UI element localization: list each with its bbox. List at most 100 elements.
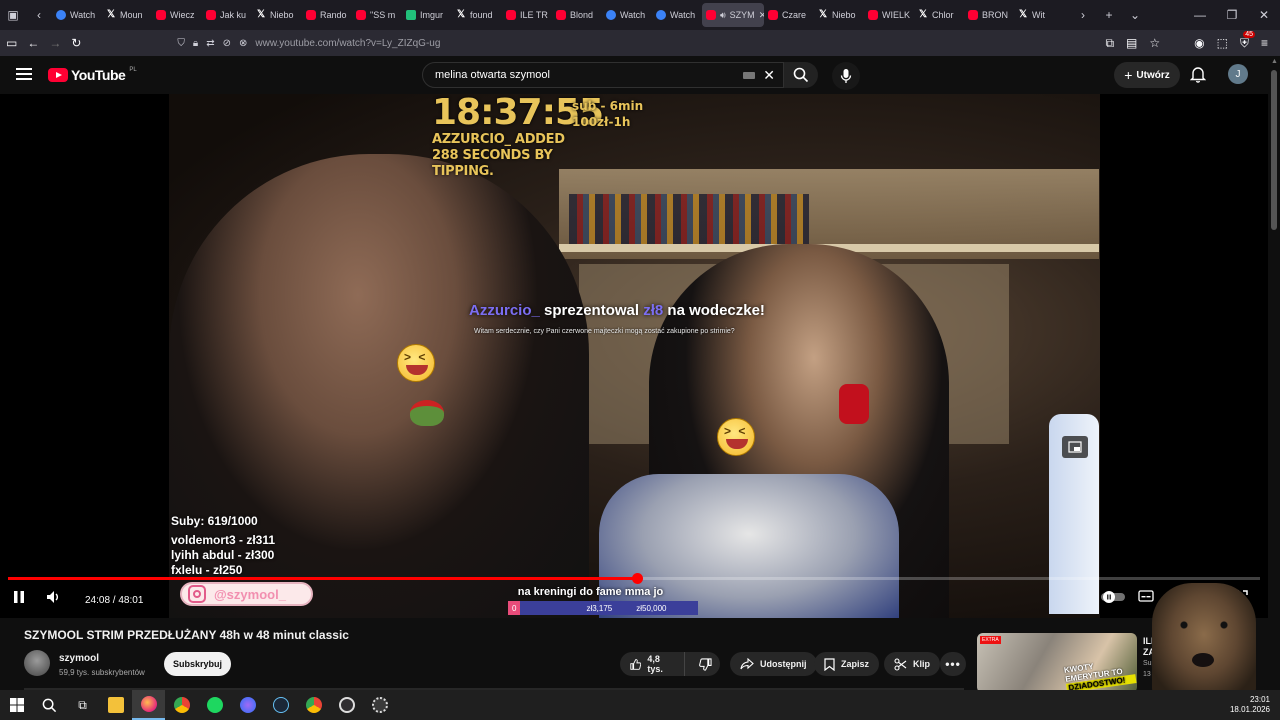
lock-icon[interactable]: 🔒︎ xyxy=(193,38,198,49)
recommended-thumbnail[interactable]: EXTRA KWOTY EMERYTUR TO DZIADOSTWO! xyxy=(977,633,1137,693)
channel-avatar[interactable] xyxy=(24,650,50,676)
search-button[interactable] xyxy=(784,62,818,88)
tab-list-dropdown-icon[interactable]: ⌄ xyxy=(1122,0,1148,30)
address-bar[interactable]: ⛉ 🔒︎ ⇄ ⊘ ⊗ www.youtube.com/watch?v=Ly_ZI… xyxy=(177,32,1095,54)
browser-tab[interactable]: Czare xyxy=(764,3,814,27)
more-actions-button[interactable]: ••• xyxy=(940,652,966,676)
tab-label: Niebo xyxy=(832,10,856,20)
browser-tab[interactable]: Imgur xyxy=(402,3,452,27)
youtube-logo[interactable]: YouTube PL xyxy=(48,67,137,83)
steam-icon[interactable] xyxy=(264,690,297,720)
bookmark-star-icon[interactable]: ☆ xyxy=(1149,36,1160,50)
browser-tab[interactable]: WIELK xyxy=(864,3,914,27)
browser-tab[interactable]: Blond xyxy=(552,3,602,27)
chrome-icon[interactable] xyxy=(165,690,198,720)
permissions-icon[interactable]: ⇄ xyxy=(206,38,214,49)
file-explorer-icon[interactable] xyxy=(99,690,132,720)
browser-tab[interactable]: 𝕏 Wit xyxy=(1014,3,1064,27)
youtube-header: YouTube PL melina otwarta szymool ✕ + Ut… xyxy=(0,56,1268,94)
pause-button[interactable] xyxy=(12,590,26,604)
ublock-icon[interactable]: ⛨ 45 xyxy=(1240,30,1255,51)
back-icon[interactable]: ← xyxy=(27,36,39,50)
browser-tab[interactable]: BRON xyxy=(964,3,1014,27)
settings-app-icon[interactable] xyxy=(363,690,396,720)
tab-overview-icon[interactable]: ▣ xyxy=(0,0,26,30)
new-tab-icon[interactable]: + xyxy=(1096,0,1122,30)
tab-favicon-icon: 𝕏 xyxy=(456,9,466,20)
forward-icon[interactable]: → xyxy=(49,36,61,50)
save-button[interactable]: Zapisz xyxy=(814,652,880,676)
browser-tab[interactable]: Jak ku xyxy=(202,3,252,27)
video-progress-bar[interactable] xyxy=(8,573,1260,584)
stream-timer-overlay: 18:37:55 sub - 6min 100zł-1h AZZURCIO_ A… xyxy=(432,94,643,180)
task-view-icon[interactable]: ⧉ xyxy=(66,690,99,720)
voice-search-button[interactable] xyxy=(832,62,860,90)
menu-icon[interactable]: ≡ xyxy=(1261,36,1268,50)
windows-start-icon[interactable] xyxy=(0,690,33,720)
close-window-icon[interactable]: ✕ xyxy=(1248,8,1280,22)
share-button[interactable]: Udostępnij xyxy=(730,652,817,676)
channel-name[interactable]: szymool xyxy=(59,653,99,664)
maximize-icon[interactable]: ❐ xyxy=(1216,8,1248,22)
tab-label: WIELK xyxy=(882,10,911,20)
tabs-scroll-left-icon[interactable]: ‹ xyxy=(26,0,52,30)
volume-button[interactable] xyxy=(46,590,62,604)
scroll-up-icon[interactable]: ▲ xyxy=(1271,58,1278,65)
guide-menu-icon[interactable] xyxy=(16,68,32,80)
video-frame[interactable] xyxy=(169,94,1100,618)
picture-in-picture-icon[interactable]: ⧉ xyxy=(1105,36,1114,51)
clip-button[interactable]: Klip xyxy=(884,652,940,676)
browser-tab[interactable]: 𝕏 Niebo xyxy=(814,3,864,27)
firefox-icon[interactable] xyxy=(132,690,165,720)
minimize-icon[interactable]: — xyxy=(1184,8,1216,22)
like-button[interactable]: 4,8 tys. xyxy=(620,652,685,676)
page-scrollbar[interactable]: ▲ xyxy=(1268,56,1280,690)
account-avatar[interactable]: J xyxy=(1228,64,1248,84)
url-text[interactable]: www.youtube.com/watch?v=Ly_ZIZqG-ug xyxy=(255,38,440,49)
browser-tab[interactable]: 𝕏 Moun xyxy=(102,3,152,27)
spotify-icon[interactable] xyxy=(198,690,231,720)
sidebar-toggle-icon[interactable]: ▭ xyxy=(6,36,17,50)
chrome-profile-icon[interactable] xyxy=(297,690,330,720)
camera-blocked-icon[interactable]: ⊘ xyxy=(223,38,231,49)
subtitles-button[interactable] xyxy=(1138,590,1154,602)
browser-tab[interactable]: ILE TR xyxy=(502,3,552,27)
browser-tab[interactable]: 𝕏 Niebo xyxy=(252,3,302,27)
autoplay-toggle[interactable] xyxy=(1100,590,1126,604)
like-dislike-group: 4,8 tys. xyxy=(620,652,720,676)
browser-tab[interactable]: Watch xyxy=(652,3,702,27)
browser-tab[interactable]: Watch xyxy=(602,3,652,27)
clear-search-icon[interactable]: ✕ xyxy=(763,67,775,84)
reload-icon[interactable]: ↻ xyxy=(71,36,81,50)
messenger-icon[interactable] xyxy=(231,690,264,720)
tabs-scroll-right-icon[interactable]: › xyxy=(1070,0,1096,30)
tab-label: Chlor xyxy=(932,10,954,20)
shield-icon[interactable]: ⛉ xyxy=(177,38,185,49)
account-icon[interactable]: ◉ xyxy=(1194,36,1204,50)
taskbar-search-icon[interactable] xyxy=(33,690,66,720)
scrollbar-thumb[interactable] xyxy=(1271,70,1277,230)
thumbnail-caption: KWOTY EMERYTUR TO DZIADOSTWO! xyxy=(1063,656,1137,693)
browser-tab[interactable]: 𝕏 Chlor xyxy=(914,3,964,27)
tab-audio-icon[interactable]: 🔊︎ xyxy=(720,10,726,21)
browser-tab[interactable]: Rando xyxy=(302,3,352,27)
browser-tab[interactable]: Watch xyxy=(52,3,102,27)
create-button[interactable]: + Utwórz xyxy=(1114,62,1180,88)
reader-view-icon[interactable]: ▤ xyxy=(1126,36,1137,50)
browser-tab[interactable]: "SS m xyxy=(352,3,402,27)
obs-icon[interactable] xyxy=(330,690,363,720)
extensions-icon[interactable]: ⬚ xyxy=(1217,36,1228,50)
miniplayer-button[interactable] xyxy=(1062,436,1088,458)
system-clock[interactable]: 23:01 18.01.2026 xyxy=(1230,695,1270,715)
browser-tab-active[interactable]: 🔊︎ SZYM ✕ xyxy=(702,3,764,27)
search-input[interactable]: melina otwarta szymool ✕ xyxy=(422,62,784,88)
dislike-button[interactable] xyxy=(691,652,720,676)
video-player[interactable]: 18:37:55 sub - 6min 100zł-1h AZZURCIO_ A… xyxy=(0,94,1268,618)
notifications-button[interactable] xyxy=(1189,66,1207,88)
browser-tab[interactable]: Wiecz xyxy=(152,3,202,27)
keyboard-icon[interactable] xyxy=(743,72,755,79)
search-icon xyxy=(42,698,57,712)
mic-blocked-icon[interactable]: ⊗ xyxy=(239,38,247,49)
subscribe-button[interactable]: Subskrybuj xyxy=(164,652,231,676)
browser-tab[interactable]: 𝕏found xyxy=(452,3,502,27)
